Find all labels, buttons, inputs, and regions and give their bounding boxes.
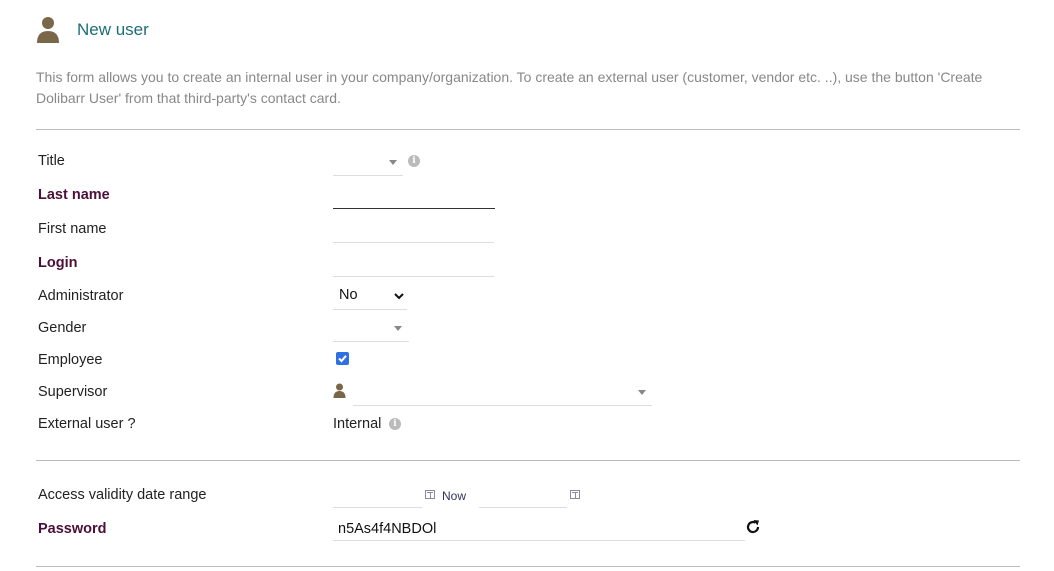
calendar-icon[interactable] — [570, 490, 580, 499]
info-icon[interactable]: i — [389, 418, 401, 430]
employee-label: Employee — [38, 352, 103, 368]
administrator-select-value: No — [339, 287, 358, 303]
firstname-label: First name — [38, 221, 107, 237]
gender-label: Gender — [38, 320, 87, 336]
title-label: Title — [38, 153, 65, 169]
chevron-down-icon — [394, 293, 404, 300]
administrator-label: Administrator — [38, 288, 124, 304]
chevron-down-icon — [638, 390, 646, 395]
validity-start-input[interactable] — [333, 485, 422, 508]
supervisor-label: Supervisor — [38, 384, 108, 400]
external-user-label: External user ? — [38, 416, 136, 432]
check-icon — [338, 355, 347, 363]
login-input[interactable] — [333, 254, 494, 277]
administrator-select[interactable]: No — [333, 284, 407, 310]
calendar-icon[interactable] — [425, 490, 435, 499]
divider — [36, 566, 1020, 567]
info-icon[interactable]: i — [408, 155, 420, 167]
chevron-down-icon — [389, 160, 397, 165]
page-title: New user — [77, 20, 149, 39]
login-label: Login — [38, 255, 78, 271]
title-select[interactable] — [333, 150, 403, 176]
firstname-input[interactable] — [333, 220, 494, 243]
form-description: This form allows you to create an intern… — [36, 69, 983, 106]
lastname-label: Last name — [38, 187, 110, 203]
page-header: New user — [36, 14, 149, 46]
chevron-down-icon — [394, 326, 402, 331]
refresh-icon[interactable] — [745, 519, 761, 535]
external-user-value: Internal — [333, 416, 382, 432]
password-label: Password — [38, 521, 107, 537]
user-icon — [333, 383, 346, 398]
lastname-input[interactable] — [333, 186, 495, 209]
divider — [36, 129, 1020, 130]
divider — [36, 460, 1020, 461]
user-icon — [36, 16, 60, 44]
validity-end-input[interactable] — [479, 485, 567, 508]
employee-checkbox[interactable] — [336, 352, 349, 365]
password-input[interactable] — [333, 518, 745, 541]
validity-label: Access validity date range — [38, 487, 207, 503]
supervisor-select[interactable] — [353, 380, 652, 406]
gender-select[interactable] — [333, 316, 409, 342]
now-link[interactable]: Now — [442, 489, 466, 503]
